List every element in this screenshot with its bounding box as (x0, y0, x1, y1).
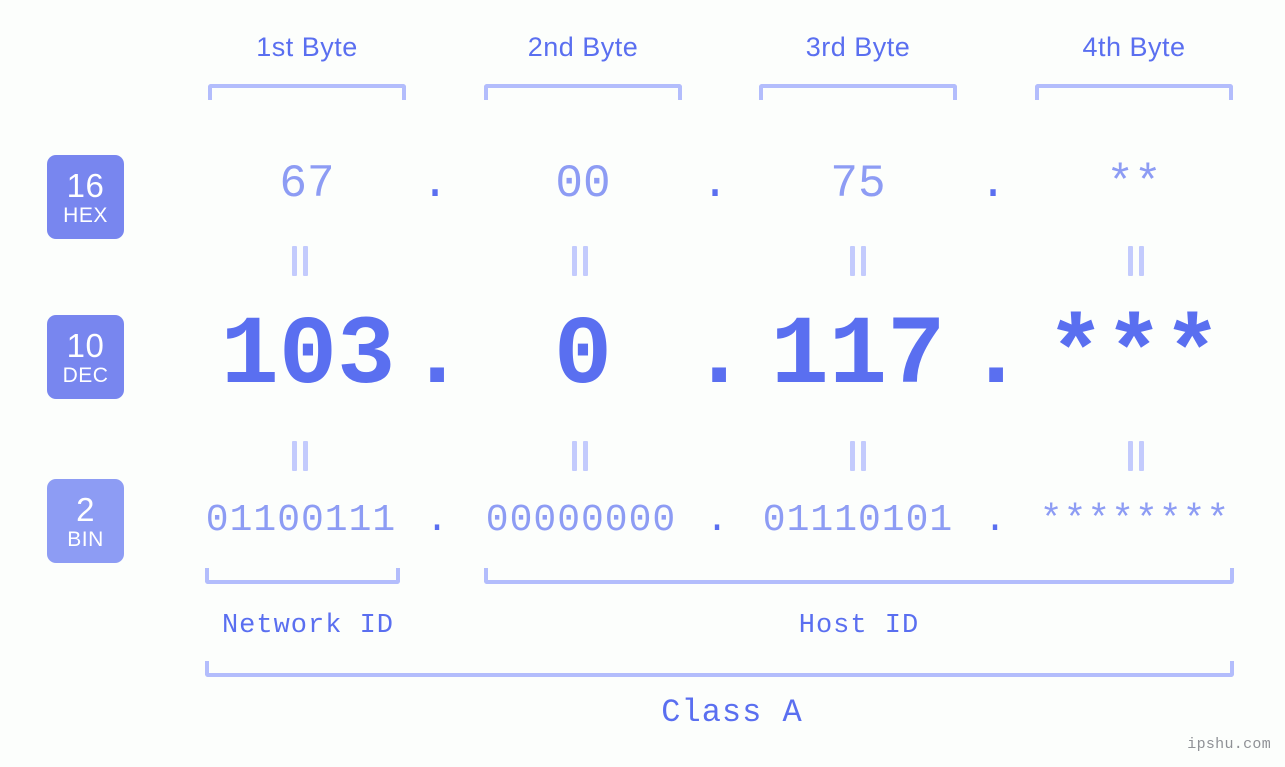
byte-header-3: 3rd Byte (805, 32, 911, 62)
class-label: Class A (661, 694, 803, 731)
equals-marker-dec-bin-3 (846, 441, 872, 471)
hex-byte-4: ** (1106, 158, 1162, 210)
byte-header-2: 2nd Byte (527, 32, 639, 62)
dec-byte-2: 0 (553, 302, 613, 412)
bin-byte-4: ******** (1039, 499, 1231, 542)
bin-byte-1: 01100111 (205, 499, 397, 542)
byte-bracket-3 (759, 84, 957, 100)
hex-byte-3: 75 (830, 158, 886, 210)
hex-separator-1: . (421, 158, 449, 210)
byte-header-4: 4th Byte (1082, 32, 1186, 62)
base-badge-hex: 16 HEX (47, 155, 124, 239)
byte-bracket-4 (1035, 84, 1233, 100)
byte-bracket-1 (208, 84, 406, 100)
equals-marker-hex-dec-4 (1124, 246, 1150, 276)
equals-marker-hex-dec-3 (846, 246, 872, 276)
equals-marker-dec-bin-2 (568, 441, 594, 471)
base-badge-dec-number: 10 (66, 326, 105, 364)
bin-byte-3: 01110101 (762, 499, 954, 542)
equals-marker-dec-bin-4 (1124, 441, 1150, 471)
base-badge-dec: 10 DEC (47, 315, 124, 399)
equals-marker-hex-dec-2 (568, 246, 594, 276)
base-badge-bin-name: BIN (67, 527, 104, 551)
equals-marker-dec-bin-1 (288, 441, 314, 471)
base-badge-dec-name: DEC (62, 363, 109, 387)
dec-byte-3: 117 (770, 302, 946, 412)
class-bracket (205, 661, 1234, 677)
hex-byte-1: 67 (279, 158, 335, 210)
equals-marker-hex-dec-1 (288, 246, 314, 276)
base-badge-hex-number: 16 (66, 166, 105, 204)
base-badge-hex-name: HEX (63, 203, 108, 227)
hex-byte-2: 00 (555, 158, 611, 210)
bin-byte-2: 00000000 (485, 499, 677, 542)
network-id-bracket (205, 568, 400, 584)
dec-byte-4: *** (1046, 302, 1222, 412)
byte-bracket-2 (484, 84, 682, 100)
base-badge-bin-number: 2 (76, 490, 95, 528)
base-badge-bin: 2 BIN (47, 479, 124, 563)
watermark: ipshu.com (1187, 736, 1271, 753)
network-id-label: Network ID (221, 611, 395, 641)
host-id-label: Host ID (798, 611, 920, 641)
host-id-bracket (484, 568, 1234, 584)
byte-header-1: 1st Byte (256, 32, 358, 62)
ip-breakdown-diagram: 1st Byte 2nd Byte 3rd Byte 4th Byte 16 H… (0, 0, 1285, 767)
